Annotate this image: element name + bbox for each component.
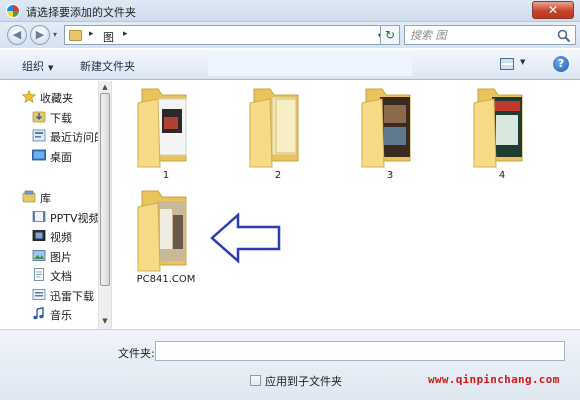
search-input[interactable] (410, 28, 550, 42)
change-view-icon[interactable] (500, 58, 514, 70)
sidebar-item-label: 文档 (50, 270, 72, 283)
breadcrumb-separator[interactable]: ▸ (89, 29, 94, 39)
sidebar-item-music[interactable]: 音乐 (0, 305, 98, 323)
recent-locations-dropdown[interactable]: ▾ (53, 30, 57, 39)
title-bar: 请选择要添加的文件夹 ✕ (0, 0, 580, 22)
folder-name-field[interactable] (155, 341, 565, 361)
search-box[interactable] (404, 25, 576, 45)
folder-item[interactable]: PC841.COM (136, 185, 196, 285)
sidebar-item-pictures[interactable]: 图片 (0, 247, 98, 265)
view-options-dropdown[interactable]: ▼ (520, 58, 525, 66)
folder-item[interactable]: 3 (360, 81, 420, 181)
sidebar-item-thunder-downloads[interactable]: 迅雷下载 (0, 286, 98, 304)
search-icon[interactable] (557, 29, 571, 43)
folder-name: 3 (386, 170, 394, 181)
download-folder-icon (32, 111, 46, 123)
folder-name: 1 (162, 170, 170, 181)
picture-library-icon (32, 250, 46, 261)
breadcrumb-item[interactable]: 图 (103, 29, 114, 45)
desktop-icon (32, 149, 46, 161)
folder-icon (473, 88, 523, 168)
sidebar-item-favorites[interactable]: 收藏夹 (0, 88, 98, 106)
organize-button[interactable]: 组织 ▼ (22, 58, 53, 74)
folder-icon (361, 88, 411, 168)
new-folder-button[interactable]: 新建文件夹 (80, 58, 135, 74)
star-icon (22, 90, 36, 103)
watermark-text: www.qinpinchang.com (428, 373, 560, 386)
apply-to-subfolders-label[interactable]: 应用到子文件夹 (265, 373, 342, 389)
help-button[interactable]: ? (553, 56, 569, 72)
sidebar-item-label: 下载 (50, 112, 72, 125)
dialog-footer: 文件夹: 应用到子文件夹 www.qinpinchang.com (0, 329, 580, 400)
apply-to-subfolders-checkbox[interactable] (250, 375, 261, 386)
music-library-icon (33, 307, 44, 320)
folder-icon (137, 88, 187, 168)
sidebar-item-label: 库 (40, 192, 51, 205)
folder-name: PC841.COM (136, 274, 196, 285)
library-icon (22, 190, 36, 203)
sidebar-scrollbar[interactable]: ▲ ▼ (98, 81, 111, 329)
sidebar-item-label: 音乐 (50, 309, 72, 322)
media-player-icon (6, 4, 20, 18)
scroll-up-button[interactable]: ▲ (99, 83, 111, 91)
video-library-icon (32, 230, 46, 241)
toolbar-highlight (208, 52, 412, 76)
sidebar-item-libraries[interactable]: 库 (0, 188, 98, 206)
organize-label: 组织 (22, 60, 44, 73)
sidebar-item-videos[interactable]: 视频 (0, 227, 98, 245)
sidebar-item-label: 图片 (50, 251, 72, 264)
folder-item[interactable]: 4 (472, 81, 532, 181)
navigation-pane: 收藏夹 下载 最近访问的 桌面 库 (0, 81, 112, 329)
navigation-bar: ◀ ▶ ▾ ▸ 图 ▸ ▾ ↻ (0, 22, 580, 48)
folder-item[interactable]: 1 (136, 81, 196, 181)
folder-icon (69, 30, 82, 41)
folder-name: 4 (498, 170, 506, 181)
sidebar-item-label: 迅雷下载 (50, 290, 94, 303)
video-library-icon (32, 211, 46, 222)
library-icon (32, 289, 46, 300)
folder-field-label: 文件夹: (118, 347, 155, 360)
folder-icon (137, 190, 187, 272)
recent-places-icon (32, 129, 46, 142)
folder-item[interactable]: 2 (248, 81, 308, 181)
sidebar-item-label: 桌面 (50, 151, 72, 164)
address-bar[interactable]: ▸ 图 ▸ ▾ (64, 25, 386, 45)
close-button[interactable]: ✕ (532, 1, 574, 19)
sidebar-item-label: PPTV视频 (50, 212, 98, 225)
file-list-view: 1 2 3 4 PC841.COM (112, 81, 580, 329)
scroll-thumb[interactable] (100, 93, 110, 286)
sidebar-item-label: 收藏夹 (40, 92, 73, 105)
folder-name: 2 (274, 170, 282, 181)
command-toolbar: 组织 ▼ 新建文件夹 ▼ ? (0, 48, 580, 80)
left-arrow-icon (210, 212, 281, 264)
folder-icon (249, 88, 299, 168)
sidebar-item-recent-places[interactable]: 最近访问的 (0, 127, 98, 145)
scroll-down-button[interactable]: ▼ (99, 317, 111, 325)
back-button[interactable]: ◀ (7, 25, 27, 45)
sidebar-item-documents[interactable]: 文档 (0, 266, 98, 284)
sidebar-item-pptv-video[interactable]: PPTV视频 (0, 208, 98, 226)
sidebar-item-desktop[interactable]: 桌面 (0, 147, 98, 165)
chevron-down-icon: ▼ (48, 64, 54, 72)
sidebar-item-label: 视频 (50, 231, 72, 244)
refresh-button[interactable]: ↻ (380, 25, 400, 45)
window-title: 请选择要添加的文件夹 (26, 6, 136, 19)
forward-button[interactable]: ▶ (30, 25, 50, 45)
breadcrumb-separator[interactable]: ▸ (123, 29, 128, 39)
sidebar-item-label: 最近访问的 (50, 131, 98, 144)
document-library-icon (34, 268, 44, 281)
sidebar-item-downloads[interactable]: 下载 (0, 108, 98, 126)
